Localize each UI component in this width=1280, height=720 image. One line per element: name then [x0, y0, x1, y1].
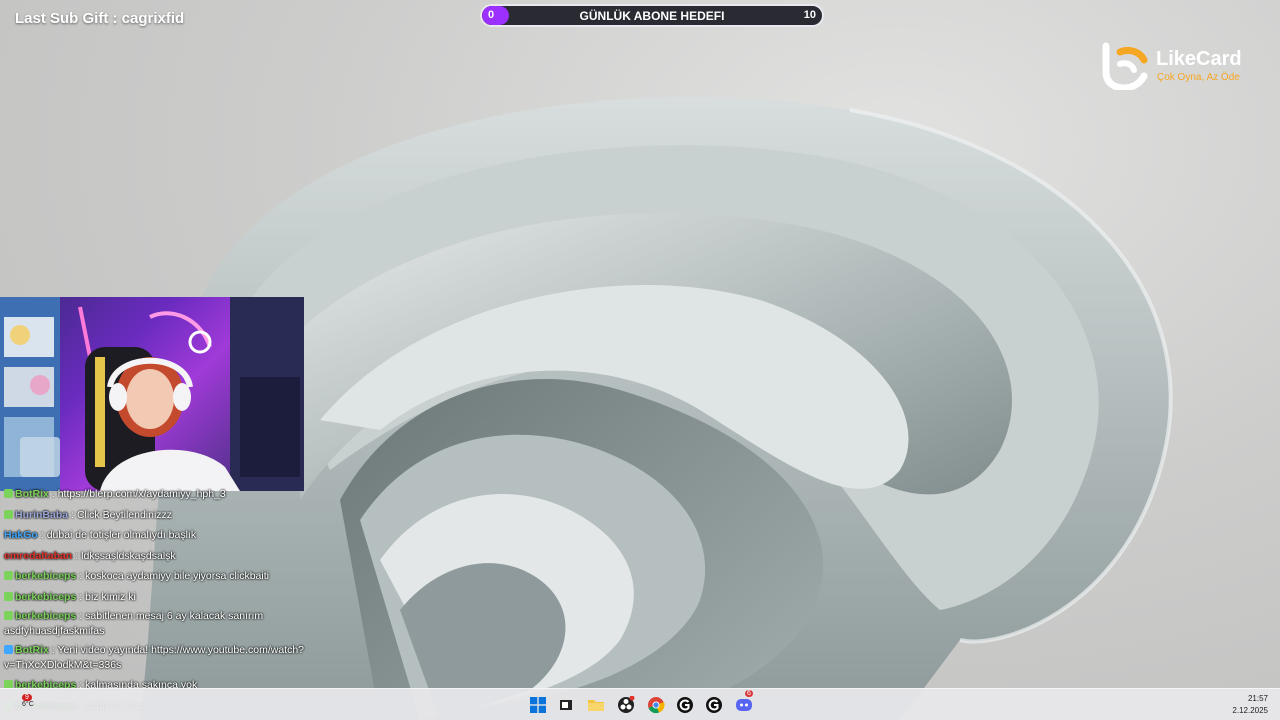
weather-widget[interactable]: 9 6°C: [22, 694, 34, 708]
chrome-icon[interactable]: [646, 695, 666, 715]
discord-icon[interactable]: 6: [734, 690, 754, 715]
chat-message: berkebiceps: koskoca aydamiyy bile yiyor…: [4, 566, 324, 587]
chat-username[interactable]: BotRix: [15, 488, 49, 500]
weather-badge: 9: [22, 694, 32, 701]
moderator-badge-icon: [4, 571, 13, 580]
chat-message: BotRix: https://blerp.com/x/aydamiyy_hph…: [4, 484, 324, 505]
grok-icon-2[interactable]: [704, 695, 724, 715]
obs-icon[interactable]: [616, 695, 636, 715]
chat-message: BotRix: Yeni video yayında! https://www.…: [4, 641, 324, 675]
likecard-logo-icon: [1102, 42, 1148, 90]
chat-message: berkebiceps: biz kimiz ki: [4, 587, 324, 608]
file-explorer-icon[interactable]: [586, 695, 606, 715]
webcam-image: [0, 297, 304, 491]
chat-message-text: Click Beytilendinizzz: [76, 508, 173, 521]
task-view-icon[interactable]: [556, 695, 576, 715]
last-sub-gift-label: Last Sub Gift : cagrixfid: [15, 10, 185, 27]
chat-message: emredaltaban: ldkşsaşldskaşdsalşk: [4, 546, 324, 567]
chat-overlay: BotRix: https://blerp.com/x/aydamiyy_hph…: [4, 484, 324, 716]
chat-message-text: dubai de totişler olmalıydı başlık: [46, 529, 197, 541]
discord-notification-badge: 6: [745, 690, 753, 697]
sponsor-name: LikeCard: [1156, 48, 1242, 70]
system-clock[interactable]: 21:57 2.12.2025: [1232, 693, 1268, 717]
chat-message-text: koskoca aydamiyy bile yiyorsa clickbaiti: [85, 570, 269, 582]
chat-username[interactable]: HurinBaba: [15, 509, 68, 521]
chat-message-text: ldkşsaşldskaşdsalşk: [81, 549, 176, 562]
chat-username[interactable]: berkebiceps: [15, 610, 76, 622]
chat-message-text: Yeni video yayında! https://www.youtube.…: [4, 644, 305, 671]
moderator-badge-icon: [4, 611, 13, 620]
clock-time: 21:57: [1247, 694, 1268, 703]
subscriber-goal-bar: 0 GÜNLÜK ABONE HEDEFI 10: [480, 4, 824, 27]
goal-target-value: 10: [803, 9, 816, 21]
chat-message: berkebiceps: sabitlenen mesaj 6 ay kalac…: [4, 607, 324, 641]
chat-message: HakGo: dubai de totişler olmalıydı başlı…: [4, 525, 324, 546]
sponsor-logo: LikeCard Çok Oyna, Az Öde: [1100, 42, 1260, 92]
taskbar: 9 6°C 6 21:57 2.12.2025: [0, 688, 1280, 720]
chat-message-text: https://blerp.com/x/aydamiyy_hph_3: [57, 488, 226, 500]
clock-date: 2.12.2025: [1232, 706, 1268, 715]
moderator-badge-icon: [4, 509, 13, 519]
grok-icon[interactable]: [675, 695, 695, 715]
moderator-badge-icon: [4, 591, 13, 601]
webcam-feed: [0, 297, 304, 491]
chat-username[interactable]: BotRix: [15, 644, 49, 656]
chat-username[interactable]: HakGo: [4, 529, 38, 541]
chat-message-text: biz kimiz ki: [85, 590, 136, 603]
moderator-badge-icon: [4, 489, 13, 498]
sponsor-tagline: Çok Oyna, Az Öde: [1157, 72, 1240, 83]
chat-username[interactable]: emredaltaban: [4, 550, 72, 562]
temperature: 6°C: [22, 701, 34, 708]
bot-badge-icon: [4, 645, 13, 654]
goal-title: GÜNLÜK ABONE HEDEFI: [579, 9, 725, 23]
chat-username[interactable]: berkebiceps: [15, 591, 76, 603]
chat-message: HurinBaba: Click Beytilendinizzz: [4, 505, 324, 526]
chat-username[interactable]: berkebiceps: [15, 570, 76, 582]
windows-start-icon[interactable]: [528, 695, 548, 715]
